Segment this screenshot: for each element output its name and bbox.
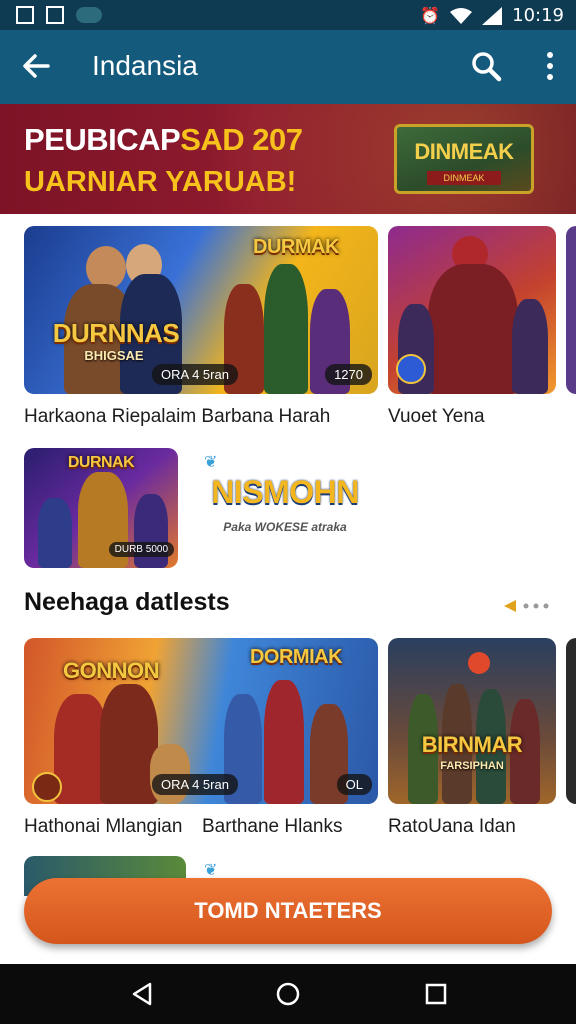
tile-subtitle: FARSIPHAN (440, 760, 504, 772)
tile-caption: RatoUana Idan (388, 816, 516, 837)
image-icon (46, 6, 64, 24)
tile-title: DORMIAK (249, 646, 343, 668)
section-title: Neehaga datlests (24, 588, 230, 616)
nav-home-icon[interactable] (274, 980, 302, 1008)
section-more-icon[interactable] (504, 598, 552, 614)
alarm-icon: ⏰ (420, 5, 441, 25)
game-tile[interactable] (388, 226, 556, 394)
clock: 10:19 (512, 5, 564, 26)
tile-title: GONNON (63, 658, 160, 683)
game-tile[interactable]: BIRNMAR FARSIPHAN (388, 638, 556, 804)
game-tile-partial[interactable] (566, 638, 576, 804)
nav-recents-icon[interactable] (422, 980, 450, 1008)
game-catalog: DURNNAS BHIGSAE DURMAK ORA 4 5ran 1270 H… (0, 214, 576, 964)
wifi-icon (450, 7, 473, 24)
tile-badge: OL (336, 774, 372, 795)
tile-emblem (396, 354, 426, 384)
banner-subheadline: UARNIAR YARUAB! (24, 166, 297, 198)
tile-caption: Harkaona Riepalaim Barbana Harah (24, 406, 331, 427)
tile-title: DURMAK (253, 236, 339, 258)
tile-title: DURNAK (67, 454, 135, 471)
app-bar: Indansia (0, 30, 576, 104)
nav-back-icon[interactable] (128, 980, 156, 1008)
tile-title: BIRNMAR (421, 732, 523, 757)
tile-title: NISMOHN (211, 474, 359, 510)
tile-caption: Vuoet Yena (388, 406, 485, 427)
back-arrow-icon[interactable] (20, 48, 52, 84)
tile-subtitle: Paka WOKESE atraka (223, 520, 347, 534)
tile-caption: Barthane Hlanks (202, 816, 343, 837)
signal-icon (482, 6, 503, 25)
tile-badge: ORA 4 5ran (152, 774, 238, 795)
promo-banner[interactable]: PEUBICAPSAD 207 UARNIAR YARUAB! DINMEAK … (0, 104, 576, 214)
leaf-icon: ❦ (204, 862, 218, 879)
tile-emblem (32, 772, 62, 802)
tile-subtitle: BHIGSAE (84, 348, 144, 363)
tile-title: DURNNAS (52, 318, 180, 348)
cast-pill-icon (76, 7, 102, 23)
banner-headline: PEUBICAPSAD 207 (24, 122, 303, 157)
search-icon[interactable] (470, 50, 502, 82)
more-vert-icon[interactable] (544, 50, 556, 82)
game-tile-partial[interactable] (566, 226, 576, 394)
game-tile[interactable]: GONNON DORMIAK ORA 4 5ran OL (24, 638, 378, 804)
primary-cta-button[interactable]: TOMD NTAETERS (24, 878, 552, 944)
tile-caption: Hathonai Mlangian (24, 816, 183, 837)
game-tile[interactable]: DURNAK DURB 5000 (24, 448, 178, 568)
tile-badge: ORA 4 5ran (152, 364, 238, 385)
tile-badge: DURB 5000 (108, 542, 174, 557)
tile-badge: 1270 (325, 364, 372, 385)
game-logo-tile[interactable]: ❦ NISMOHN Paka WOKESE atraka (200, 448, 370, 568)
game-tile[interactable]: DURNNAS BHIGSAE DURMAK ORA 4 5ran 1270 (24, 226, 378, 394)
banner-game-badge[interactable]: DINMEAK DINMEAK (394, 124, 534, 194)
leaf-icon: ❦ (204, 454, 218, 471)
system-nav-bar (0, 964, 576, 1024)
page-title: Indansia (92, 50, 198, 81)
notification-icon (16, 6, 34, 24)
status-bar: ⏰ 10:19 (0, 0, 576, 30)
